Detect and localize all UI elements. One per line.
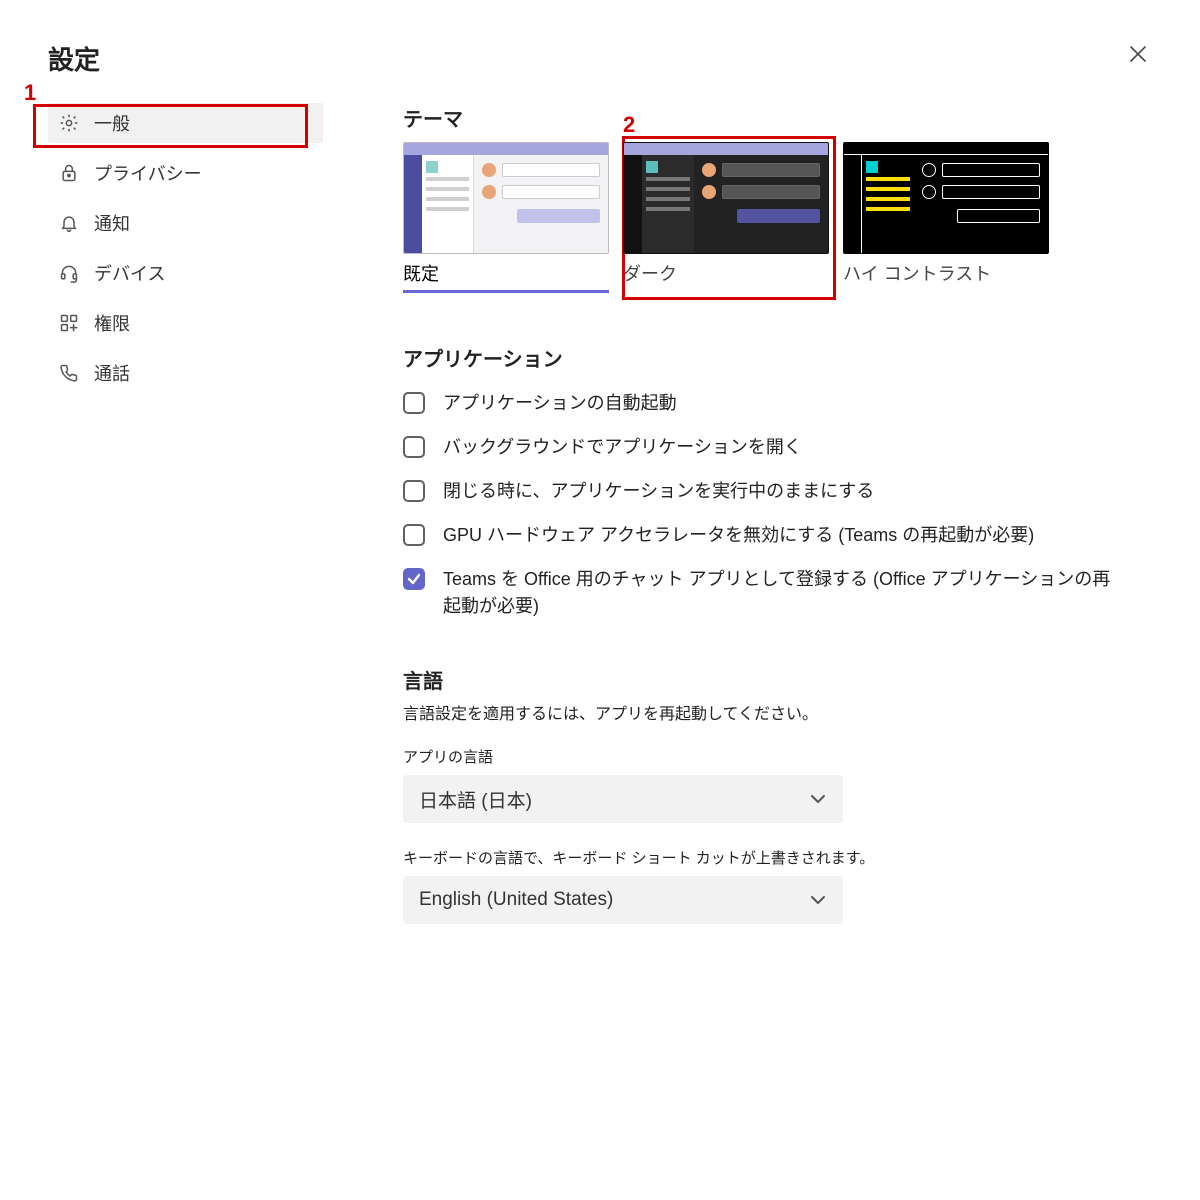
sidebar-item-device[interactable]: デバイス	[48, 253, 323, 293]
annotation-number-1: 1	[24, 80, 36, 106]
app-option-2: 閉じる時に、アプリケーションを実行中のままにする	[403, 470, 1123, 514]
sidebar-item-label: 一般	[94, 110, 130, 136]
sidebar-item-label: デバイス	[94, 260, 165, 286]
phone-icon	[58, 362, 80, 384]
theme-label: 既定	[403, 260, 609, 286]
checkbox[interactable]	[403, 392, 425, 414]
language-heading: 言語	[403, 665, 1123, 694]
checkbox-label: 閉じる時に、アプリケーションを実行中のままにする	[443, 478, 1123, 506]
theme-option-dark[interactable]: ダーク	[623, 142, 829, 293]
application-heading: アプリケーション	[403, 343, 1123, 372]
checkbox[interactable]	[403, 524, 425, 546]
headset-icon	[58, 262, 80, 284]
app-option-1: バックグラウンドでアプリケーションを開く	[403, 426, 1123, 470]
keyboard-language-select[interactable]: English (United States)	[403, 876, 843, 924]
page-title: 設定	[48, 40, 1152, 77]
checkbox[interactable]	[403, 480, 425, 502]
apps-icon	[58, 312, 80, 334]
bell-icon	[58, 212, 80, 234]
sidebar-item-perm[interactable]: 権限	[48, 303, 323, 343]
sidebar-item-label: 通話	[94, 360, 130, 386]
sidebar-item-label: プライバシー	[94, 160, 202, 186]
app-option-0: アプリケーションの自動起動	[403, 382, 1123, 426]
app-language-select[interactable]: 日本語 (日本)	[403, 775, 843, 823]
theme-label: ハイ コントラスト	[843, 260, 1049, 286]
checkbox-label: Teams を Office 用のチャット アプリとして登録する (Office…	[443, 566, 1123, 622]
gear-icon	[58, 112, 80, 134]
checkbox[interactable]	[403, 436, 425, 458]
sidebar-item-calls[interactable]: 通話	[48, 353, 323, 393]
app-option-4: Teams を Office 用のチャット アプリとして登録する (Office…	[403, 558, 1123, 630]
chevron-down-icon	[809, 790, 827, 808]
settings-sidebar: 一般 プライバシー 通知 デバイス 権限 通話	[48, 103, 323, 948]
sidebar-item-privacy[interactable]: プライバシー	[48, 153, 323, 193]
checkbox-label: アプリケーションの自動起動	[443, 390, 1123, 418]
sidebar-item-notify[interactable]: 通知	[48, 203, 323, 243]
annotation-number-2: 2	[623, 112, 635, 138]
theme-label: ダーク	[623, 260, 829, 286]
app-option-3: GPU ハードウェア アクセラレータを無効にする (Teams の再起動が必要)	[403, 514, 1123, 558]
chevron-down-icon	[809, 891, 827, 909]
app-language-label: アプリの言語	[403, 746, 1123, 767]
keyboard-language-label: キーボードの言語で、キーボード ショート カットが上書きされます。	[403, 847, 1123, 868]
sidebar-item-label: 通知	[94, 210, 130, 236]
theme-option-contrast[interactable]: ハイ コントラスト	[843, 142, 1049, 293]
close-button[interactable]	[1124, 40, 1152, 68]
language-hint: 言語設定を適用するには、アプリを再起動してください。	[403, 700, 1123, 724]
lock-icon	[58, 162, 80, 184]
app-language-value: 日本語 (日本)	[419, 786, 532, 813]
theme-option-default[interactable]: 既定	[403, 142, 609, 293]
checkbox-label: バックグラウンドでアプリケーションを開く	[443, 434, 1123, 462]
keyboard-language-value: English (United States)	[419, 889, 613, 911]
sidebar-item-general[interactable]: 一般	[48, 103, 323, 143]
checkbox[interactable]	[403, 568, 425, 590]
theme-heading: テーマ	[403, 103, 1123, 132]
checkbox-label: GPU ハードウェア アクセラレータを無効にする (Teams の再起動が必要)	[443, 522, 1123, 550]
sidebar-item-label: 権限	[94, 310, 130, 336]
